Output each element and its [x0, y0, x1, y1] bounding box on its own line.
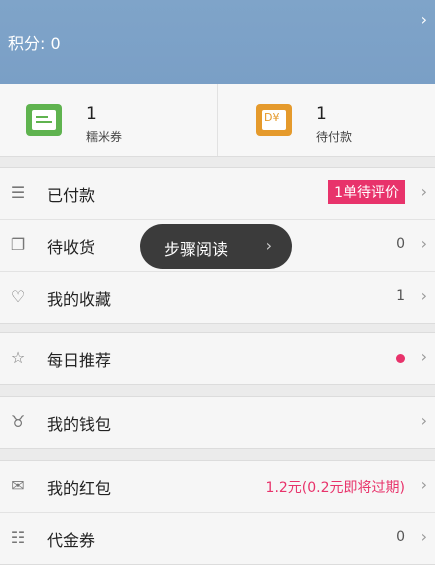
- row-voucher-value: 0: [396, 529, 405, 545]
- red-packet-icon: ✉: [11, 476, 25, 495]
- chevron-right-icon: ›: [265, 236, 272, 255]
- package-icon: ❐: [10, 235, 26, 254]
- coupon-count: 1: [86, 104, 97, 124]
- chevron-right-icon: ›: [420, 347, 427, 366]
- row-favorites-label: 我的收藏: [47, 290, 112, 309]
- coupon-label: 糯米券: [86, 130, 123, 144]
- row-paid[interactable]: ☰ 已付款 1单待评价 ›: [0, 168, 435, 220]
- wallet-group: ♉ 我的钱包 ›: [0, 396, 435, 449]
- row-to-receive-label: 待收货: [47, 238, 96, 257]
- payment-icon: D¥: [256, 104, 292, 136]
- profile-header[interactable]: 积分: 0 ›: [0, 0, 435, 84]
- row-favorites[interactable]: ♡ 我的收藏 1 ›: [0, 272, 435, 323]
- points-label: 积分: 0: [8, 34, 61, 53]
- row-red-packet-label: 我的红包: [47, 479, 112, 498]
- money-group: ✉ 我的红包 1.2元(0.2元即将过期) › ☷ 代金券 0 ›: [0, 460, 435, 565]
- row-to-receive-value: 0: [396, 236, 405, 252]
- new-dot-indicator: [396, 354, 405, 363]
- coupon-card[interactable]: 1 糯米券: [0, 84, 218, 156]
- chevron-right-icon: ›: [420, 234, 427, 253]
- daily-group: ☆ 每日推荐 ›: [0, 332, 435, 385]
- star-icon: ☆: [10, 348, 26, 367]
- receipt-icon: ☰: [10, 183, 26, 202]
- row-voucher-label: 代金券: [47, 531, 96, 550]
- row-daily-label: 每日推荐: [47, 351, 112, 370]
- chevron-right-icon: ›: [420, 527, 427, 546]
- toast-text: 步骤阅读: [164, 240, 229, 259]
- pending-payment-card[interactable]: D¥ 1 待付款: [218, 84, 435, 156]
- chevron-right-icon: ›: [420, 475, 427, 494]
- step-reading-toast[interactable]: 步骤阅读 ›: [140, 224, 292, 269]
- summary-cards: 1 糯米券 D¥ 1 待付款: [0, 84, 435, 157]
- pending-payment-count: 1: [316, 104, 327, 124]
- row-wallet-label: 我的钱包: [47, 415, 112, 434]
- coupon-icon: [26, 104, 62, 136]
- chevron-right-icon: ›: [420, 286, 427, 305]
- row-voucher[interactable]: ☷ 代金券 0 ›: [0, 513, 435, 564]
- wallet-icon: ♉: [10, 412, 26, 431]
- row-daily-recommend[interactable]: ☆ 每日推荐 ›: [0, 333, 435, 384]
- row-red-packet-value: 1.2元(0.2元即将过期): [265, 480, 405, 496]
- row-paid-label: 已付款: [47, 186, 96, 205]
- row-wallet[interactable]: ♉ 我的钱包 ›: [0, 397, 435, 448]
- row-red-packet[interactable]: ✉ 我的红包 1.2元(0.2元即将过期) ›: [0, 461, 435, 513]
- pending-payment-label: 待付款: [316, 130, 353, 144]
- chevron-right-icon: ›: [420, 10, 427, 29]
- chevron-right-icon: ›: [420, 411, 427, 430]
- review-badge: 1单待评价: [328, 180, 405, 204]
- voucher-icon: ☷: [10, 528, 26, 547]
- chevron-right-icon: ›: [420, 182, 427, 201]
- heart-icon: ♡: [10, 287, 26, 306]
- row-favorites-value: 1: [396, 288, 405, 304]
